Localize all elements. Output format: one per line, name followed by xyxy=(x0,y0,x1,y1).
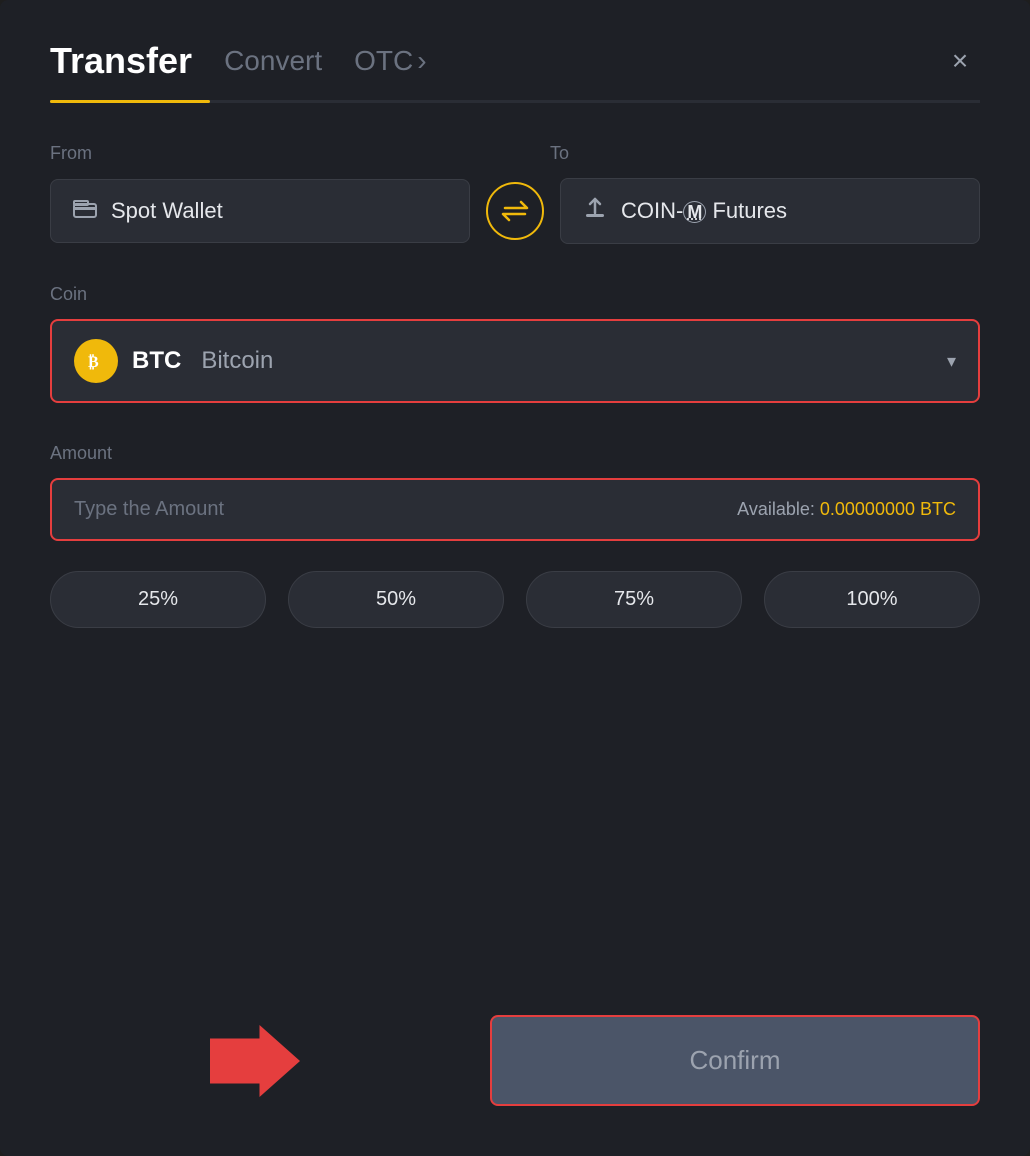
tab-otc[interactable]: OTC › xyxy=(354,45,426,77)
transfer-modal: Transfer Convert OTC › × From To Spot Wa… xyxy=(0,0,1030,1156)
spot-wallet-label: Spot Wallet xyxy=(111,198,223,224)
wallet-icon xyxy=(73,198,97,224)
from-to-row: Spot Wallet COIN-M Futures xyxy=(50,178,980,244)
bottom-area: Confirm xyxy=(50,1015,980,1106)
tab-convert[interactable]: Convert xyxy=(224,45,322,77)
available-value: 0.00000000 BTC xyxy=(820,499,956,519)
svg-text:₿: ₿ xyxy=(88,353,99,371)
from-label: From xyxy=(50,143,480,164)
coin-section: Coin ₿ BTC Bitcoin ▾ xyxy=(50,284,980,443)
pct-50-button[interactable]: 50% xyxy=(288,571,504,628)
coin-dropdown[interactable]: ₿ BTC Bitcoin ▾ xyxy=(50,319,980,403)
swap-button[interactable] xyxy=(486,182,544,240)
btc-icon: ₿ xyxy=(74,339,118,383)
to-label: To xyxy=(480,143,980,164)
amount-input[interactable] xyxy=(74,498,737,521)
futures-label: COIN-M Futures xyxy=(621,198,787,224)
pct-25-button[interactable]: 25% xyxy=(50,571,266,628)
pct-75-button[interactable]: 75% xyxy=(526,571,742,628)
to-wallet-selector[interactable]: COIN-M Futures xyxy=(560,178,980,244)
close-button[interactable]: × xyxy=(940,41,980,81)
coin-label: Coin xyxy=(50,284,980,305)
from-wallet-selector[interactable]: Spot Wallet xyxy=(50,179,470,243)
amount-label: Amount xyxy=(50,443,980,464)
tab-transfer[interactable]: Transfer xyxy=(50,40,192,82)
available-balance: Available: 0.00000000 BTC xyxy=(737,499,956,520)
arrow-icon xyxy=(210,1021,300,1101)
coin-full-name: Bitcoin xyxy=(201,347,273,375)
pct-100-button[interactable]: 100% xyxy=(764,571,980,628)
from-to-labels: From To xyxy=(50,143,980,164)
modal-header: Transfer Convert OTC › × xyxy=(50,40,980,82)
amount-section: Amount Available: 0.00000000 BTC xyxy=(50,443,980,571)
futures-icon xyxy=(583,197,607,225)
tab-underline xyxy=(50,100,980,103)
chevron-down-icon: ▾ xyxy=(947,351,956,372)
coin-symbol: BTC xyxy=(132,347,181,375)
percentage-row: 25% 50% 75% 100% xyxy=(50,571,980,628)
confirm-button[interactable]: Confirm xyxy=(490,1015,980,1106)
amount-input-box: Available: 0.00000000 BTC xyxy=(50,478,980,541)
arrow-indicator xyxy=(210,1021,300,1101)
